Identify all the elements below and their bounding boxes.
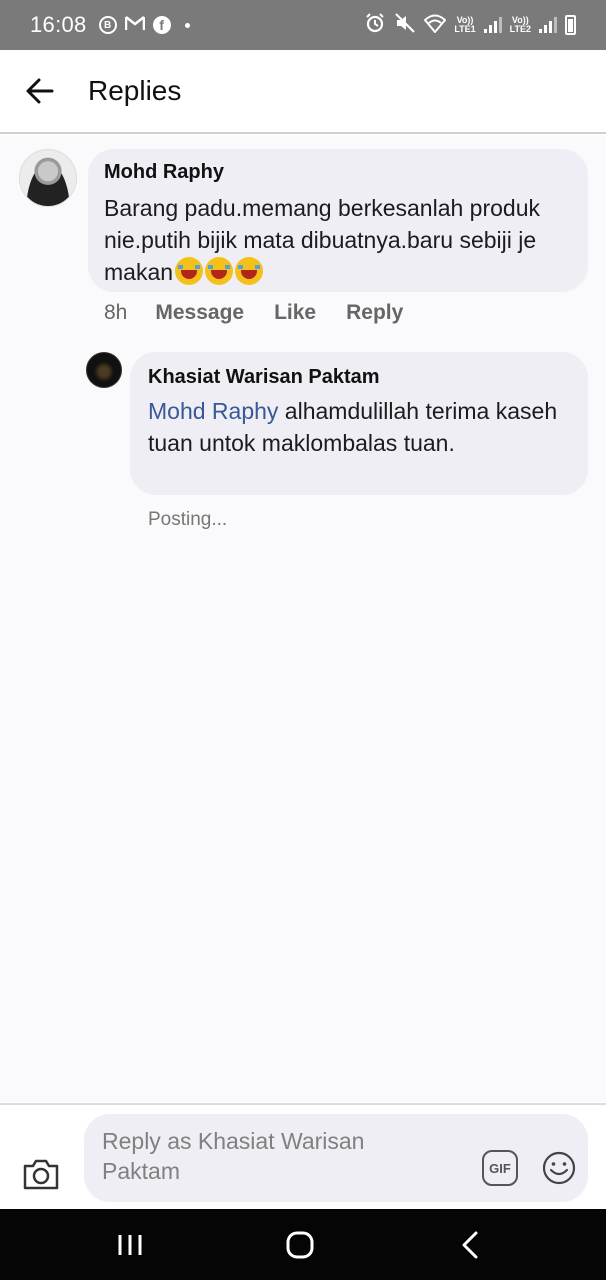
camera-button[interactable] bbox=[22, 1157, 60, 1191]
mute-icon bbox=[394, 12, 416, 39]
like-button[interactable]: Like bbox=[274, 301, 316, 325]
battery-icon bbox=[565, 15, 576, 35]
back-button[interactable] bbox=[0, 49, 80, 133]
home-icon bbox=[286, 1231, 314, 1258]
recent-apps-icon bbox=[118, 1234, 142, 1255]
wifi-icon bbox=[423, 13, 447, 38]
comment-bubble[interactable]: Mohd Raphy Barang padu.memang berkesanla… bbox=[88, 149, 588, 292]
reply-input-placeholder: Reply as Khasiat Warisan Paktam bbox=[102, 1128, 365, 1184]
gmail-icon bbox=[124, 15, 145, 36]
smiley-icon bbox=[542, 1151, 576, 1185]
arrow-left-icon bbox=[26, 78, 54, 104]
comment-actions: 8h Message Like Reply bbox=[104, 301, 433, 325]
camera-icon bbox=[23, 1159, 59, 1190]
status-time: 16:08 bbox=[30, 12, 87, 37]
signal-lte1-icon: Vo)) LTE1 bbox=[454, 15, 476, 34]
reply-text: Mohd Raphy alhamdulillah terima kaseh tu… bbox=[148, 395, 570, 459]
page-avatar[interactable] bbox=[86, 352, 122, 388]
emoji-button[interactable] bbox=[541, 1150, 577, 1186]
comment-author[interactable]: Mohd Raphy bbox=[104, 161, 572, 184]
recent-apps-button[interactable] bbox=[80, 1209, 180, 1280]
avatar[interactable] bbox=[19, 149, 77, 207]
page-title: Replies bbox=[88, 75, 182, 106]
b-circle-icon: B bbox=[98, 16, 117, 34]
reply-button[interactable]: Reply bbox=[346, 301, 403, 325]
comment-body: Barang padu.memang berkesanlah produk ni… bbox=[104, 195, 541, 285]
system-nav-bar bbox=[0, 1209, 606, 1280]
header: Replies bbox=[0, 50, 606, 134]
status-right-icons: Vo)) LTE1 Vo)) LTE2 bbox=[364, 12, 576, 39]
signal-bars-2-icon bbox=[539, 17, 557, 33]
mention-link[interactable]: Mohd Raphy bbox=[148, 398, 278, 424]
comment-time: 8h bbox=[104, 301, 128, 324]
dot-icon bbox=[184, 22, 190, 28]
reply-bubble[interactable]: Khasiat Warisan Paktam Mohd Raphy alhamd… bbox=[130, 352, 588, 495]
home-button[interactable] bbox=[250, 1209, 350, 1280]
signal-lte2-icon: Vo)) LTE2 bbox=[509, 15, 531, 34]
message-button[interactable]: Message bbox=[155, 301, 244, 325]
gif-button[interactable]: GIF bbox=[482, 1150, 518, 1186]
tears-of-joy-emoji bbox=[175, 257, 204, 285]
posting-status: Posting... bbox=[148, 509, 228, 530]
tears-of-joy-emoji bbox=[235, 257, 264, 285]
back-icon bbox=[462, 1231, 478, 1258]
alarm-icon bbox=[364, 12, 386, 39]
reply-author[interactable]: Khasiat Warisan Paktam bbox=[148, 366, 570, 389]
replies-thread: Mohd Raphy Barang padu.memang berkesanla… bbox=[0, 135, 606, 1102]
system-back-button[interactable] bbox=[420, 1209, 520, 1280]
facebook-icon: f bbox=[152, 16, 171, 34]
signal-bars-1-icon bbox=[483, 17, 502, 33]
comment-text: Barang padu.memang berkesanlah produk ni… bbox=[104, 192, 572, 288]
tears-of-joy-emoji bbox=[205, 257, 234, 285]
status-left-icons: B f bbox=[98, 15, 190, 36]
status-bar: 16:08 B f Vo)) LTE1 Vo)) LTE2 bbox=[0, 0, 606, 50]
